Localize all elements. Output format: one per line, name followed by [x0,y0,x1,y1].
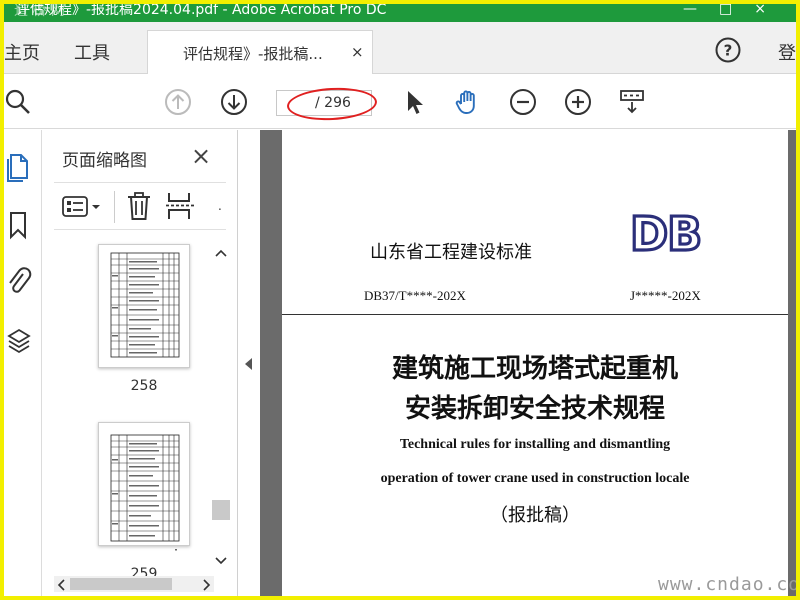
record-code: J*****-202X [630,288,701,303]
thumbnail-page-259[interactable] [98,422,190,551]
panel-toolbar: . [54,182,226,230]
window-controls[interactable]: —□× [683,4,788,16]
layers-icon[interactable] [6,326,32,356]
scroll-mode-icon[interactable] [618,88,646,116]
zoom-in-icon[interactable] [564,88,592,116]
svg-text:DB: DB [630,210,701,258]
collapse-arrow-icon[interactable] [245,358,252,370]
bookmark-icon[interactable] [6,210,32,240]
maximize-button[interactable]: □ [719,4,754,17]
next-page-icon[interactable] [220,88,248,116]
main-toolbar: / 296 [4,75,796,129]
panel-title: 页面缩略图 [62,151,147,171]
header-rule [282,314,788,315]
attachment-icon[interactable] [6,266,32,296]
tab-bar: 主页 工具 评估规程》-报批稿... × ? 登 [4,22,796,74]
extract-pages-icon[interactable] [166,191,196,221]
hand-tool-icon[interactable] [454,88,482,116]
zoom-out-icon[interactable] [509,88,537,116]
toolbar-divider [114,191,115,223]
delete-icon[interactable] [126,191,152,221]
help-icon[interactable]: ? [715,37,741,63]
thumbnail-vertical-scrollbar[interactable] [212,243,230,573]
thumbnail-panel: 页面缩略图 × . 258 259 [42,130,238,596]
svg-text:?: ? [724,42,733,60]
watermark-bottom: www.cndao.com [658,574,800,595]
tab-document[interactable]: 评估规程》-报批稿... × [147,30,373,74]
thumbnail-table-preview [110,252,180,358]
thumbnail-label: 258 [130,378,158,394]
sign-in-button[interactable]: 登 [778,39,796,65]
select-cursor-icon[interactable] [400,88,428,116]
page-thumbnails-icon[interactable] [6,152,32,182]
left-nav-rail [4,130,42,596]
document-title-line1: 建筑施工现场塔式起重机 [391,354,678,384]
standard-code: DB37/T****-202X [364,288,466,303]
document-organization: 山东省工程建设标准 [370,242,532,263]
minimize-button[interactable]: — [683,4,719,17]
app-window: 道 桥 网 评估规程》-报批稿2024.04.pdf - Adobe Acrob… [0,0,800,600]
db-standard-logo: DB [630,210,704,258]
scroll-right-icon[interactable] [203,579,211,591]
thumbnail-table-preview [110,434,180,551]
scroll-up-icon[interactable] [215,249,227,257]
close-window-button[interactable]: × [754,4,788,17]
vertical-scroll-thumb[interactable] [212,500,230,520]
pdf-page: 山东省工程建设标准 DB DB37/T****-202X J*****-202X… [282,130,788,596]
tab-document-label: 评估规程》-报批稿... [183,45,323,63]
panel-close-button[interactable]: × [191,142,211,170]
horizontal-scroll-thumb[interactable] [70,578,172,590]
tab-home[interactable]: 主页 [4,39,40,65]
window-title: 评估规程》-报批稿2024.04.pdf - Adobe Acrobat Pro… [16,4,387,18]
thumbnail-page-258[interactable] [98,244,190,368]
document-title-line2: 安装拆卸安全技术规程 [404,394,665,424]
scroll-down-icon[interactable] [215,557,227,565]
tab-tools[interactable]: 工具 [74,39,110,65]
tab-close-button[interactable]: × [351,43,364,61]
document-viewport[interactable]: 山东省工程建设标准 DB DB37/T****-202X J*****-202X… [260,130,796,596]
more-tools-icon[interactable]: . [218,199,222,213]
draft-status: （报批稿） [490,505,580,526]
scroll-left-icon[interactable] [57,579,65,591]
english-title-line2: operation of tower crane used in constru… [380,471,690,486]
english-title-line1: Technical rules for installing and disma… [399,437,671,452]
search-icon[interactable] [4,88,32,116]
title-bar: 道 桥 网 评估规程》-报批稿2024.04.pdf - Adobe Acrob… [4,4,796,22]
panel-collapse-handle[interactable] [238,130,260,596]
previous-page-icon[interactable] [164,88,192,116]
thumbnail-horizontal-scrollbar[interactable] [54,576,214,592]
thumbnail-options-icon[interactable] [62,195,104,219]
